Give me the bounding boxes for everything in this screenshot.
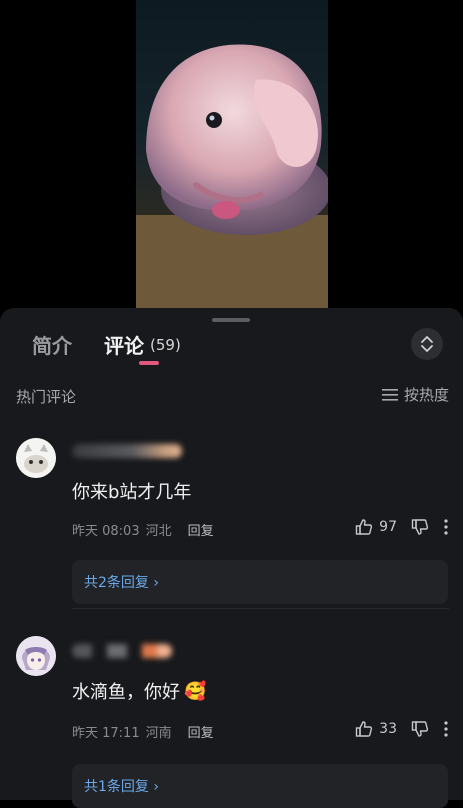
blurred-username[interactable] xyxy=(72,644,172,658)
drag-handle[interactable] xyxy=(212,318,250,322)
expand-collapse-button[interactable] xyxy=(411,328,443,360)
like-count: 33 xyxy=(379,721,397,737)
like-button[interactable]: 97 xyxy=(355,518,397,536)
reply-button[interactable]: 回复 xyxy=(188,520,214,539)
hot-comments-title: 热门评论 xyxy=(16,388,77,406)
like-count: 97 xyxy=(379,519,397,535)
anime-girl-avatar-icon xyxy=(16,636,56,676)
thumbs-up-icon xyxy=(355,519,373,535)
chevron-up-down-icon xyxy=(421,336,433,352)
comment-text: 你来b站才几年 xyxy=(72,482,192,503)
video-player[interactable] xyxy=(0,0,463,310)
comment-actions: 97 xyxy=(355,518,449,536)
comment-item: 你来b站才几年 昨天 08:03 河北 回复 97 共2条回复 › xyxy=(0,430,463,620)
video-frame-blobfish[interactable] xyxy=(136,0,328,310)
sort-by-hot-button[interactable]: 按热度 xyxy=(381,384,449,405)
comment-count: (59) xyxy=(150,336,181,354)
comment-location: 河南 xyxy=(145,726,172,741)
sort-label: 按热度 xyxy=(403,386,449,404)
like-button[interactable]: 33 xyxy=(355,720,397,738)
comments-sheet: 简介 评论 (59) 热门评论 按热度 你来b站才几年 昨天 08:03 河北 … xyxy=(0,308,463,808)
avatar[interactable] xyxy=(16,438,56,478)
comment-location: 河北 xyxy=(145,524,172,539)
more-options-icon[interactable] xyxy=(443,720,449,738)
blobfish-illustration xyxy=(136,44,328,310)
thumbs-down-icon[interactable] xyxy=(411,518,429,536)
kissing-face-emoji: 🥰 xyxy=(184,680,207,702)
comment-divider xyxy=(72,608,449,609)
reply-button[interactable]: 回复 xyxy=(188,722,214,741)
view-replies-button[interactable]: 共1条回复 › xyxy=(72,764,448,808)
comment-meta: 昨天 17:11 河南 回复 xyxy=(72,722,214,741)
comment-actions: 33 xyxy=(355,720,449,738)
thumbs-down-icon[interactable] xyxy=(411,720,429,738)
thumbs-up-icon xyxy=(355,721,373,737)
blurred-username[interactable] xyxy=(72,444,182,458)
comment-text: 水滴鱼，你好 🥰 xyxy=(72,680,207,704)
view-replies-button[interactable]: 共2条回复 › xyxy=(72,560,448,604)
sort-lines-icon xyxy=(381,388,398,401)
active-tab-indicator xyxy=(139,361,159,365)
tab-comments[interactable]: 评论 xyxy=(104,330,144,359)
cat-avatar-icon xyxy=(16,438,56,478)
more-options-icon[interactable] xyxy=(443,518,449,536)
comment-time: 昨天 17:11 xyxy=(72,726,140,741)
avatar[interactable] xyxy=(16,636,56,676)
tab-intro[interactable]: 简介 xyxy=(32,330,72,359)
comment-meta: 昨天 08:03 河北 回复 xyxy=(72,520,214,539)
comment-time: 昨天 08:03 xyxy=(72,524,140,539)
comment-item: 水滴鱼，你好 🥰 昨天 17:11 河南 回复 33 共1条回复 › xyxy=(0,630,463,808)
